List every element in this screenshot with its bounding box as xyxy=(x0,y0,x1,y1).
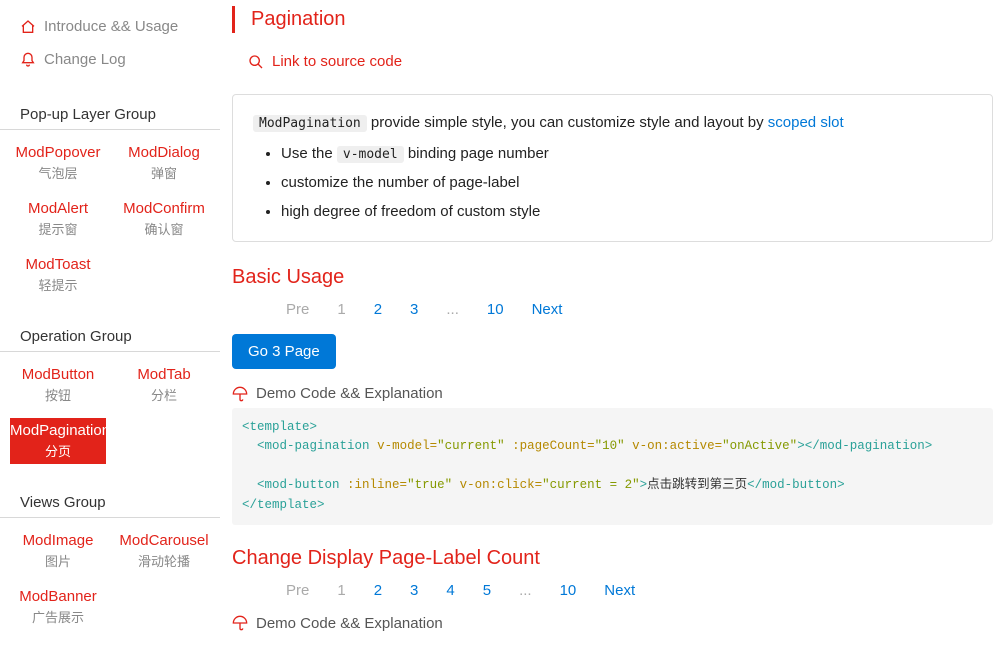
pagination-page[interactable]: 3 xyxy=(396,580,432,601)
sidebar-item-en: ModButton xyxy=(10,366,106,383)
sidebar-item-modalert[interactable]: ModAlert 提示窗 xyxy=(10,196,106,242)
source-code-link-label: Link to source code xyxy=(272,53,402,70)
info-code-token: ModPagination xyxy=(253,115,367,132)
pagination-page[interactable]: 5 xyxy=(469,580,505,601)
pagination-page[interactable]: 4 xyxy=(432,580,468,601)
pagination-next[interactable]: Next xyxy=(590,580,649,601)
sidebar-item-modtoast[interactable]: ModToast 轻提示 xyxy=(10,252,106,298)
page-title: Pagination xyxy=(235,6,993,33)
sidebar-item-modbanner[interactable]: ModBanner 广告展示 xyxy=(10,584,106,630)
sidebar-item-modpopover[interactable]: ModPopover 气泡层 xyxy=(10,140,106,186)
sidebar-item-cn: 图片 xyxy=(10,551,106,570)
sidebar-item-modconfirm[interactable]: ModConfirm 确认窗 xyxy=(116,196,212,242)
info-bullet: Use the v-model binding page number xyxy=(281,140,972,167)
sidebar-item-cn: 分栏 xyxy=(116,385,212,404)
sidebar-item-en: ModBanner xyxy=(10,588,106,605)
sidebar-group-title: Pop-up Layer Group xyxy=(0,98,220,130)
code-block-basic: <template> <mod-pagination v-model="curr… xyxy=(232,408,993,525)
sidebar-item-cn: 滑动轮播 xyxy=(116,551,212,570)
demo-code-label: Demo Code && Explanation xyxy=(256,385,443,402)
sidebar-item-cn: 气泡层 xyxy=(10,163,106,182)
sidebar-item-modbutton[interactable]: ModButton 按钮 xyxy=(10,362,106,408)
sidebar-item-moddialog[interactable]: ModDialog 弹窗 xyxy=(116,140,212,186)
sidebar-group-title: Views Group xyxy=(0,486,220,518)
pagination-page[interactable]: 1 xyxy=(323,580,359,601)
demo-code-label: Demo Code && Explanation xyxy=(256,615,443,632)
info-bullet-list: Use the v-model binding page number cust… xyxy=(253,140,972,225)
sidebar-link-label: Change Log xyxy=(44,51,126,68)
pagination-page[interactable]: 2 xyxy=(360,580,396,601)
sidebar-item-cn: 轻提示 xyxy=(10,275,106,294)
demo-code-header[interactable]: Demo Code && Explanation xyxy=(232,615,993,632)
sidebar-item-modpagination[interactable]: ModPagination 分页 xyxy=(10,418,106,464)
sidebar-item-en: ModConfirm xyxy=(116,200,212,217)
pagination-count: Pre 1 2 3 4 5 ... 10 Next xyxy=(232,580,993,601)
source-code-link[interactable]: Link to source code xyxy=(232,53,993,70)
pagination-next[interactable]: Next xyxy=(518,299,577,320)
info-desc-text: provide simple style, you can customize … xyxy=(371,114,768,131)
sidebar-item-cn: 弹窗 xyxy=(116,163,212,182)
demo-code-header[interactable]: Demo Code && Explanation xyxy=(232,385,993,402)
section-title-basic: Basic Usage xyxy=(232,266,993,289)
sidebar-group-title: Operation Group xyxy=(0,320,220,352)
pagination-page[interactable]: 10 xyxy=(473,299,518,320)
info-box: ModPagination provide simple style, you … xyxy=(232,94,993,242)
pagination-basic: Pre 1 2 3 ... 10 Next xyxy=(232,299,993,320)
sidebar-item-en: ModDialog xyxy=(116,144,212,161)
section-title-count: Change Display Page-Label Count xyxy=(232,547,993,570)
scoped-slot-link[interactable]: scoped slot xyxy=(768,114,844,131)
go-page-button[interactable]: Go 3 Page xyxy=(232,334,336,369)
info-desc-line: ModPagination provide simple style, you … xyxy=(253,109,972,136)
info-bullet: high degree of freedom of custom style xyxy=(281,198,972,225)
sidebar-link-label: Introduce && Usage xyxy=(44,18,178,35)
umbrella-icon xyxy=(232,386,248,402)
sidebar-item-cn: 确认窗 xyxy=(116,219,212,238)
sidebar-item-en: ModToast xyxy=(10,256,106,273)
sidebar-item-cn: 广告展示 xyxy=(10,607,106,626)
sidebar-item-en: ModTab xyxy=(116,366,212,383)
sidebar-link-changelog[interactable]: Change Log xyxy=(0,43,220,76)
sidebar-item-modtab[interactable]: ModTab 分栏 xyxy=(116,362,212,408)
sidebar-item-cn: 分页 xyxy=(10,441,106,460)
pagination-page[interactable]: 2 xyxy=(360,299,396,320)
sidebar-item-modcarousel[interactable]: ModCarousel 滑动轮播 xyxy=(116,528,212,574)
pagination-pre[interactable]: Pre xyxy=(272,299,323,320)
pagination-page[interactable]: 10 xyxy=(546,580,591,601)
sidebar-item-en: ModAlert xyxy=(10,200,106,217)
pagination-page[interactable]: 1 xyxy=(323,299,359,320)
sidebar-item-en: ModCarousel xyxy=(116,532,212,549)
sidebar-item-en: ModImage xyxy=(10,532,106,549)
sidebar-item-cn: 按钮 xyxy=(10,385,106,404)
home-icon xyxy=(20,19,36,35)
umbrella-icon xyxy=(232,615,248,631)
info-bullet: customize the number of page-label xyxy=(281,169,972,196)
bell-icon xyxy=(20,52,36,68)
pagination-ellipsis: ... xyxy=(432,299,473,320)
sidebar-item-modimage[interactable]: ModImage 图片 xyxy=(10,528,106,574)
pagination-pre[interactable]: Pre xyxy=(272,580,323,601)
info-code-token: v-model xyxy=(337,146,404,163)
sidebar-item-en: ModPagination xyxy=(10,422,106,439)
sidebar-link-introduce[interactable]: Introduce && Usage xyxy=(0,10,220,43)
sidebar-item-en: ModPopover xyxy=(10,144,106,161)
pagination-page[interactable]: 3 xyxy=(396,299,432,320)
search-icon xyxy=(248,54,264,70)
pagination-ellipsis: ... xyxy=(505,580,546,601)
sidebar-item-cn: 提示窗 xyxy=(10,219,106,238)
